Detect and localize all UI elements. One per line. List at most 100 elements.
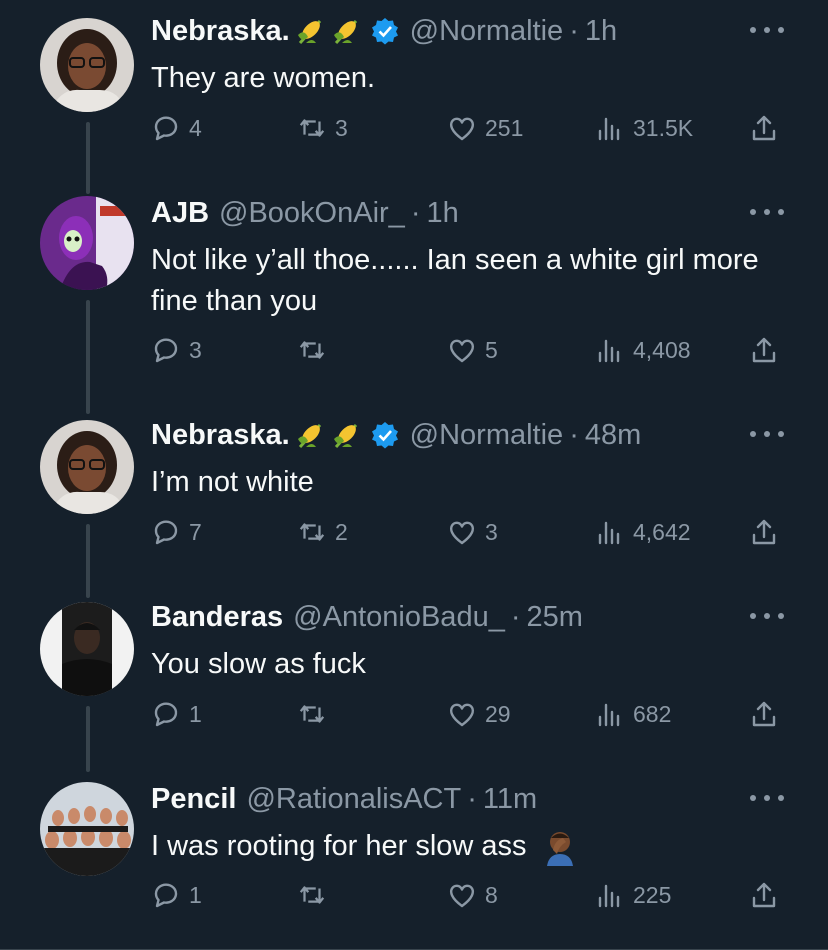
views-chart-icon bbox=[598, 884, 620, 908]
like-button[interactable]: 3 bbox=[447, 517, 498, 547]
like-button[interactable]: 8 bbox=[447, 880, 498, 910]
reply-count: 1 bbox=[189, 700, 202, 727]
tweet-actions: 1 29 682 bbox=[151, 699, 791, 733]
avatar[interactable] bbox=[40, 196, 134, 290]
views-button[interactable]: 4,642 bbox=[595, 517, 691, 547]
reply-thread: Nebraska. @Normaltie · 1h They are women… bbox=[0, 0, 828, 950]
tweet[interactable]: Banderas @AntonioBadu_ · 25m You slow as… bbox=[0, 584, 828, 770]
avatar-image bbox=[40, 196, 134, 290]
views-button[interactable]: 4,408 bbox=[595, 335, 691, 365]
share-icon bbox=[752, 519, 776, 545]
view-count: 4,642 bbox=[633, 518, 691, 545]
views-button[interactable]: 31.5K bbox=[595, 113, 693, 143]
display-name[interactable]: Nebraska. bbox=[151, 14, 290, 48]
tweet-header: Pencil @RationalisACT · 11m bbox=[151, 782, 537, 816]
tweet-text: I was rooting for her slow ass bbox=[151, 826, 771, 867]
retweet-button[interactable]: 3 bbox=[297, 113, 348, 143]
retweet-icon bbox=[299, 705, 325, 723]
timestamp[interactable]: 1h bbox=[426, 196, 458, 230]
tweet-text: Not like y’all thoe...... Ian seen a whi… bbox=[151, 244, 759, 317]
like-button[interactable]: 251 bbox=[447, 113, 523, 143]
avatar[interactable] bbox=[40, 18, 134, 112]
share-icon bbox=[752, 337, 776, 363]
like-count: 251 bbox=[485, 114, 524, 141]
retweet-button[interactable] bbox=[297, 335, 335, 365]
views-button[interactable]: 682 bbox=[595, 699, 671, 729]
timestamp[interactable]: 1h bbox=[585, 14, 617, 48]
share-button[interactable] bbox=[749, 699, 779, 729]
reply-icon bbox=[154, 116, 178, 141]
retweet-button[interactable] bbox=[297, 880, 335, 910]
timestamp[interactable]: 25m bbox=[527, 600, 583, 634]
retweet-button[interactable]: 2 bbox=[297, 517, 348, 547]
reply-icon bbox=[154, 520, 178, 545]
separator-dot: · bbox=[569, 419, 579, 451]
share-button[interactable] bbox=[749, 880, 779, 910]
reply-count: 3 bbox=[189, 336, 202, 363]
reply-count: 1 bbox=[189, 881, 202, 908]
reply-count: 4 bbox=[189, 114, 202, 141]
avatar-image bbox=[40, 420, 134, 514]
tweet[interactable]: Nebraska. @Normaltie · 1h They are women… bbox=[0, 0, 828, 184]
separator-dot: · bbox=[467, 783, 477, 815]
more-options-icon[interactable] bbox=[750, 424, 784, 444]
timestamp[interactable]: 11m bbox=[483, 782, 537, 816]
handle[interactable]: @RationalisACT bbox=[246, 782, 461, 816]
tweet[interactable]: Nebraska. @Normaltie · 48m I’m not white… bbox=[0, 400, 828, 588]
like-count: 3 bbox=[485, 518, 498, 545]
share-button[interactable] bbox=[749, 335, 779, 365]
thread-line bbox=[86, 300, 90, 406]
tweet-actions: 7 2 3 4,642 bbox=[151, 517, 791, 551]
view-count: 225 bbox=[633, 881, 672, 908]
handle[interactable]: @Normaltie bbox=[410, 14, 564, 48]
retweet-button[interactable] bbox=[297, 699, 335, 729]
tweet-actions: 1 8 225 bbox=[151, 880, 791, 914]
retweet-icon bbox=[299, 886, 325, 904]
tweet-header: Nebraska. @Normaltie · 1h bbox=[151, 14, 617, 48]
reply-button[interactable]: 7 bbox=[151, 517, 202, 547]
corn-emoji bbox=[330, 419, 362, 451]
avatar-image bbox=[40, 602, 134, 696]
like-button[interactable]: 5 bbox=[447, 335, 498, 365]
retweet-icon bbox=[299, 119, 325, 137]
like-button[interactable]: 29 bbox=[447, 699, 511, 729]
avatar[interactable] bbox=[40, 602, 134, 696]
share-icon bbox=[752, 701, 776, 727]
thread-line bbox=[86, 400, 90, 414]
verified-badge-icon bbox=[370, 420, 400, 450]
views-chart-icon bbox=[598, 117, 620, 141]
reply-button[interactable]: 4 bbox=[151, 113, 202, 143]
display-name[interactable]: AJB bbox=[151, 196, 209, 230]
reply-count: 7 bbox=[189, 518, 202, 545]
reply-button[interactable]: 1 bbox=[151, 699, 202, 729]
display-name[interactable]: Banderas bbox=[151, 600, 283, 634]
thread-line bbox=[86, 766, 90, 772]
tweet[interactable]: AJB @BookOnAir_ · 1h Not like y’all thoe… bbox=[0, 180, 828, 406]
tweet-header: AJB @BookOnAir_ · 1h bbox=[151, 196, 459, 230]
tweet-text: I’m not white bbox=[151, 466, 314, 498]
reply-button[interactable]: 3 bbox=[151, 335, 202, 365]
more-options-icon[interactable] bbox=[750, 20, 784, 40]
display-name[interactable]: Pencil bbox=[151, 782, 236, 816]
more-options-icon[interactable] bbox=[750, 606, 784, 626]
avatar[interactable] bbox=[40, 782, 134, 876]
avatar-image bbox=[40, 18, 134, 112]
tweet-text: They are women. bbox=[151, 62, 376, 94]
handle[interactable]: @BookOnAir_ bbox=[219, 196, 405, 230]
avatar[interactable] bbox=[40, 420, 134, 514]
timestamp[interactable]: 48m bbox=[585, 418, 641, 452]
tweet-header: Banderas @AntonioBadu_ · 25m bbox=[151, 600, 583, 634]
share-button[interactable] bbox=[749, 517, 779, 547]
share-icon bbox=[752, 882, 776, 908]
handle[interactable]: @Normaltie bbox=[410, 418, 564, 452]
handle[interactable]: @AntonioBadu_ bbox=[293, 600, 505, 634]
tweet-actions: 4 3 251 31.5K bbox=[151, 113, 791, 147]
display-name[interactable]: Nebraska. bbox=[151, 418, 290, 452]
reply-button[interactable]: 1 bbox=[151, 880, 202, 910]
tweet[interactable]: Pencil @RationalisACT · 11m I was rootin… bbox=[0, 766, 828, 950]
view-count: 682 bbox=[633, 700, 672, 727]
more-options-icon[interactable] bbox=[750, 202, 784, 222]
share-button[interactable] bbox=[749, 113, 779, 143]
more-options-icon[interactable] bbox=[750, 788, 784, 808]
views-button[interactable]: 225 bbox=[595, 880, 671, 910]
